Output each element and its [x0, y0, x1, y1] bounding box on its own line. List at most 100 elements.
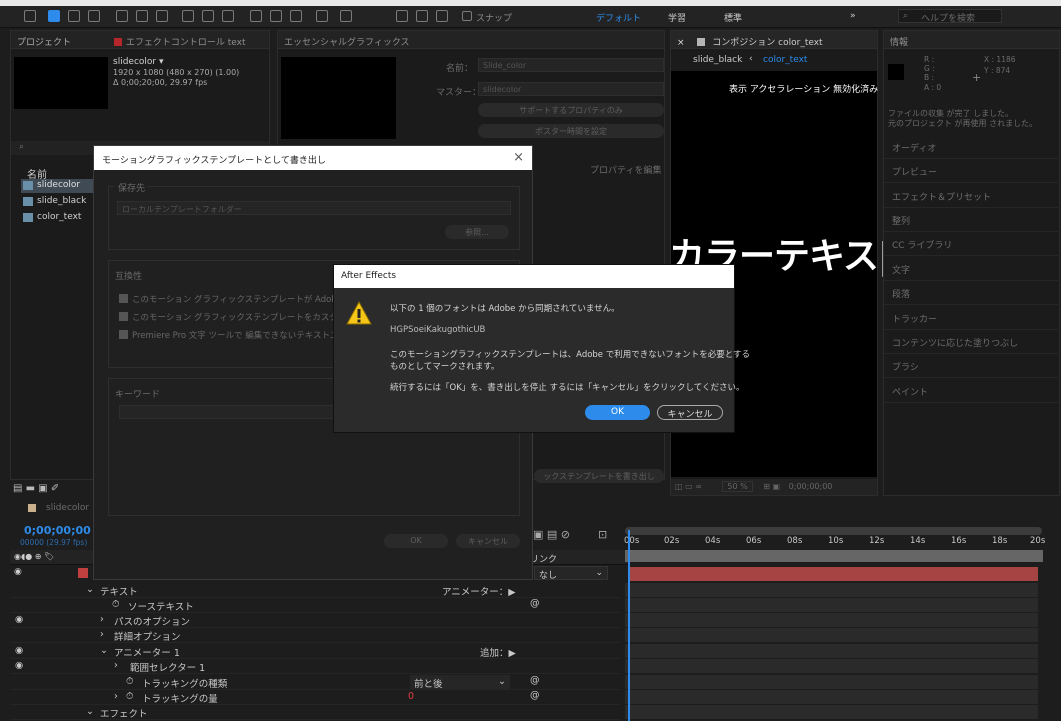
- viewer-controls-icon[interactable]: ◫ ▭ ∞: [675, 482, 702, 491]
- panel-align[interactable]: 整列: [884, 208, 1060, 232]
- project-footer-icons[interactable]: ▤ ▬ ▣ ✐: [13, 483, 85, 495]
- alert-cancel-button[interactable]: キャンセル: [657, 405, 723, 420]
- zoom-select[interactable]: 50 %: [722, 481, 753, 492]
- av-switches-icon[interactable]: ◉◖● ⊕ 🏷: [14, 552, 54, 561]
- panel-preview[interactable]: プレビュー: [884, 159, 1060, 183]
- axis-icon[interactable]: [416, 10, 428, 22]
- close-icon[interactable]: ×: [513, 150, 524, 165]
- snap-checkbox[interactable]: [462, 11, 472, 21]
- stopwatch-icon[interactable]: ⏱: [112, 599, 119, 610]
- pen-tool-icon[interactable]: [202, 10, 214, 22]
- grid-icon[interactable]: ⊞ ▣: [763, 482, 780, 491]
- option-adobe-fonts[interactable]: このモーション グラフィックステンプレートが Adobe Font: [119, 293, 363, 305]
- panel-paint[interactable]: ペイント: [884, 379, 1060, 403]
- timecode[interactable]: 0;00;00;00: [24, 524, 91, 537]
- hand-tool-icon[interactable]: [68, 10, 80, 22]
- tl-prop-source-text[interactable]: ⏱ ソーステキスト @: [10, 598, 620, 613]
- breadcrumb-slide-black[interactable]: slide_black: [693, 55, 742, 65]
- panel-tracker[interactable]: トラッカー: [884, 306, 1060, 330]
- work-area-range[interactable]: [625, 550, 1043, 562]
- home-icon[interactable]: [24, 10, 36, 22]
- export-cancel-button[interactable]: キャンセル: [456, 534, 520, 548]
- export-template-button[interactable]: ックステンプレートを書き出し: [534, 469, 664, 483]
- close-icon[interactable]: ×: [677, 38, 685, 48]
- eye-icon[interactable]: ◉: [14, 567, 22, 577]
- playhead[interactable]: [628, 530, 630, 721]
- align-icon[interactable]: [396, 10, 408, 22]
- tab-project[interactable]: プロジェクト: [17, 38, 71, 48]
- stopwatch-icon[interactable]: ⏱: [126, 691, 133, 702]
- expression-icon[interactable]: @: [530, 675, 540, 686]
- tab-composition[interactable]: コンポジション color_text: [712, 38, 822, 48]
- work-area-bar[interactable]: [625, 527, 1042, 535]
- tracking-type-select[interactable]: 前と後 ⌄: [410, 675, 510, 690]
- tab-essential-graphics[interactable]: エッセンシャルグラフィックス: [284, 38, 410, 48]
- panel-effects-presets[interactable]: エフェクト＆プリセット: [884, 184, 1060, 208]
- tl-prop-text[interactable]: ⌄ テキスト アニメーター：▶: [10, 583, 620, 598]
- layer-color-label[interactable]: [78, 568, 88, 578]
- world-axis-icon[interactable]: [436, 10, 448, 22]
- type-tool-icon[interactable]: [222, 10, 234, 22]
- current-time[interactable]: 0;00;00;00: [789, 482, 833, 491]
- panel-cc-libraries[interactable]: CC ライブラリ: [884, 232, 1060, 256]
- option-premiere-text[interactable]: Premiere Pro 文字 ツールで 編集できないテキストユ: [119, 329, 338, 341]
- comp-name[interactable]: slidecolor ▾: [113, 57, 163, 67]
- tl-prop-path-options[interactable]: ◉ › パスのオプション: [10, 613, 620, 628]
- tl-prop-tracking-amount[interactable]: › ⏱ トラッキングの量 0 @: [10, 690, 620, 705]
- workspace-learn[interactable]: 学習: [668, 11, 686, 24]
- poster-time-button[interactable]: ポスター時間を設定: [478, 124, 664, 138]
- more-workspaces-icon[interactable]: »: [850, 11, 856, 21]
- graph-editor-icon[interactable]: ⊡: [598, 528, 607, 541]
- add-menu[interactable]: 追加：▶: [480, 645, 516, 659]
- panel-content-aware-fill[interactable]: コンテンツに応じた塗りつぶし: [884, 330, 1060, 354]
- panel-paragraph[interactable]: 段落: [884, 281, 1060, 305]
- tab-timeline-comp[interactable]: slidecolor: [46, 503, 89, 513]
- panel-audio[interactable]: オーディオ: [884, 135, 1060, 159]
- tl-prop-animator[interactable]: ◉ ⌄ アニメーター 1 追加：▶: [10, 644, 620, 659]
- option-customize[interactable]: このモーション グラフィックステンプレートをカスタマイズ: [119, 311, 363, 323]
- tl-prop-tracking-type[interactable]: ⏱ トラッキングの種類 前と後 ⌄ @: [10, 675, 620, 690]
- eye-icon[interactable]: ◉: [15, 614, 23, 625]
- eye-icon[interactable]: ◉: [15, 645, 23, 656]
- roto-brush-tool-icon[interactable]: [316, 10, 328, 22]
- supported-properties-button[interactable]: サポートするプロパティのみ: [478, 103, 664, 117]
- brush-tool-icon[interactable]: [250, 10, 262, 22]
- timeline-tools-icon[interactable]: ▣ ▤ ⊘: [533, 528, 570, 541]
- eye-icon[interactable]: ◉: [15, 660, 23, 671]
- workspace-standard[interactable]: 標準: [724, 11, 742, 24]
- destination-select[interactable]: ローカルテンプレートフォルダー: [117, 201, 511, 215]
- clone-stamp-tool-icon[interactable]: [270, 10, 282, 22]
- eraser-tool-icon[interactable]: [290, 10, 302, 22]
- edit-properties-label[interactable]: プロパティを編集: [590, 163, 661, 176]
- tab-effect-controls[interactable]: エフェクトコントロール text: [126, 38, 246, 48]
- expression-icon[interactable]: @: [530, 598, 540, 609]
- name-field[interactable]: Slide_color: [478, 58, 664, 72]
- parent-select[interactable]: なし ⌄: [534, 566, 608, 581]
- master-select[interactable]: slidecolor: [478, 82, 664, 96]
- expression-icon[interactable]: @: [530, 690, 540, 701]
- stopwatch-icon[interactable]: ⏱: [126, 676, 133, 687]
- puppet-tool-icon[interactable]: [340, 10, 352, 22]
- zoom-tool-icon[interactable]: [88, 10, 100, 22]
- animator-menu[interactable]: アニメーター：▶: [442, 584, 516, 598]
- tracking-amount-value[interactable]: 0: [408, 691, 414, 702]
- layer-duration-bar[interactable]: [628, 567, 1038, 581]
- breadcrumb-color-text[interactable]: color_text: [763, 55, 807, 65]
- tl-prop-more-options[interactable]: › 詳細オプション: [10, 628, 620, 643]
- export-ok-button[interactable]: OK: [384, 534, 448, 548]
- alert-ok-button[interactable]: OK: [585, 405, 650, 420]
- panel-brushes[interactable]: ブラシ: [884, 354, 1060, 378]
- tl-prop-effects[interactable]: ⌄ エフェクト: [10, 705, 620, 720]
- panel-character[interactable]: 文字: [884, 257, 1060, 281]
- search-input[interactable]: ⌕ ヘルプを検索: [898, 9, 1002, 24]
- pan-behind-tool-icon[interactable]: [156, 10, 168, 22]
- rectangle-tool-icon[interactable]: [182, 10, 194, 22]
- camera-tool-icon[interactable]: [136, 10, 148, 22]
- tl-prop-range-selector[interactable]: ◉ › 範囲セレクター 1: [10, 659, 620, 674]
- chevron-left-icon[interactable]: ‹: [749, 54, 753, 64]
- tab-info[interactable]: 情報: [890, 38, 908, 48]
- workspace-default[interactable]: デフォルト: [596, 11, 641, 24]
- selection-tool-icon[interactable]: [48, 10, 60, 22]
- rotate-tool-icon[interactable]: [116, 10, 128, 22]
- browse-button[interactable]: 参照...: [445, 225, 509, 239]
